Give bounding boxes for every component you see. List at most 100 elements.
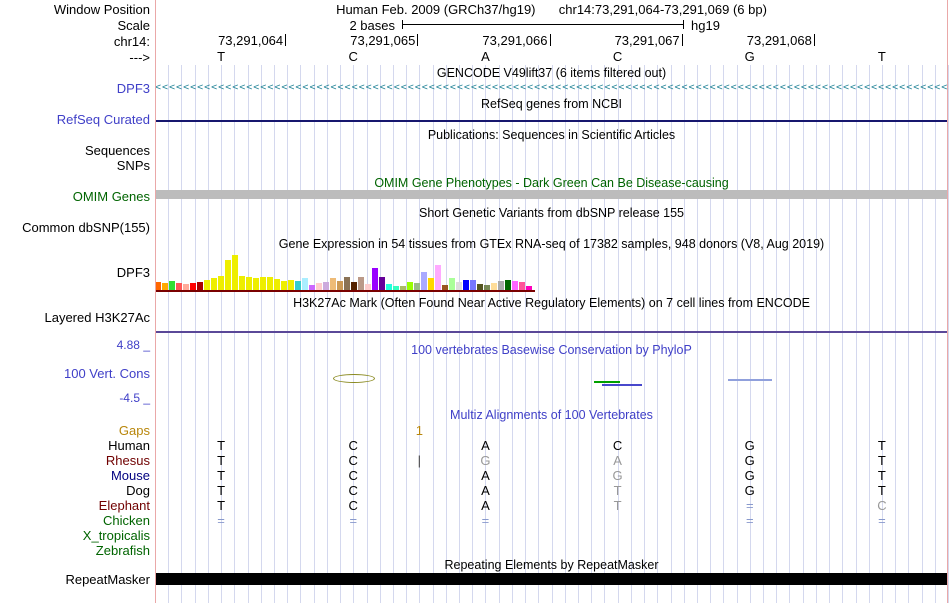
gtex-bar[interactable]: [239, 276, 245, 290]
alignment-base[interactable]: T: [155, 438, 287, 453]
gtex-bar[interactable]: [232, 255, 238, 290]
omim-gene-bar[interactable]: [155, 190, 948, 199]
gtex-bar[interactable]: [190, 283, 196, 290]
alignment-base[interactable]: =: [684, 498, 816, 513]
gtex-bar[interactable]: [316, 283, 322, 290]
gtex-bar[interactable]: [274, 279, 280, 290]
alignment-base[interactable]: C: [552, 438, 684, 453]
alignment-species-label[interactable]: Human: [0, 438, 150, 453]
gtex-bar[interactable]: [225, 260, 231, 290]
refseq-gene-line[interactable]: [155, 120, 948, 122]
gtex-bar[interactable]: [162, 283, 168, 290]
alignment-base[interactable]: C: [287, 468, 419, 483]
gtex-bar[interactable]: [519, 282, 525, 290]
gtex-bar[interactable]: [512, 281, 518, 290]
gtex-bar[interactable]: [246, 277, 252, 290]
gtex-bar[interactable]: [281, 281, 287, 290]
alignment-base[interactable]: G: [684, 468, 816, 483]
repeatmasker-element-bar[interactable]: [155, 573, 948, 585]
alignment-base[interactable]: T: [816, 438, 948, 453]
alignment-base[interactable]: A: [552, 453, 684, 468]
alignment-base[interactable]: C: [287, 453, 419, 468]
alignment-base[interactable]: C: [816, 498, 948, 513]
gtex-bar[interactable]: [407, 282, 413, 290]
phylop-signal-blue[interactable]: [602, 384, 642, 386]
alignment-base[interactable]: G: [419, 453, 551, 468]
gencode-gene-label[interactable]: DPF3: [0, 81, 150, 96]
gtex-bar[interactable]: [351, 282, 357, 290]
gtex-bar[interactable]: [428, 278, 434, 290]
refseq-track-label[interactable]: RefSeq Curated: [0, 112, 150, 127]
gtex-bar[interactable]: [337, 281, 343, 290]
gtex-bar[interactable]: [379, 277, 385, 290]
gtex-bar[interactable]: [197, 282, 203, 290]
alignment-species-label[interactable]: Dog: [0, 483, 150, 498]
h3k27ac-signal-line[interactable]: [155, 331, 948, 333]
gtex-bar[interactable]: [435, 265, 441, 290]
alignment-base[interactable]: A: [419, 438, 551, 453]
gtex-bar[interactable]: [498, 281, 504, 290]
alignment-base[interactable]: T: [816, 483, 948, 498]
alignment-base[interactable]: C: [287, 498, 419, 513]
gtex-bar[interactable]: [463, 280, 469, 290]
alignment-species-label[interactable]: Zebrafish: [0, 543, 150, 558]
gtex-bar[interactable]: [260, 277, 266, 290]
alignment-base[interactable]: A: [419, 483, 551, 498]
gencode-gene-intron-arrows[interactable]: <<<<<<<<<<<<<<<<<<<<<<<<<<<<<<<<<<<<<<<<…: [155, 81, 948, 94]
gtex-bar[interactable]: [491, 283, 497, 290]
alignment-base[interactable]: =: [155, 513, 287, 528]
gtex-bar[interactable]: [330, 278, 336, 290]
gtex-bar[interactable]: [505, 280, 511, 290]
alignment-base[interactable]: =: [684, 513, 816, 528]
phylop-track-label[interactable]: 100 Vert. Cons: [0, 366, 150, 381]
alignment-base[interactable]: G: [684, 483, 816, 498]
gtex-bar[interactable]: [176, 283, 182, 290]
gtex-bar[interactable]: [344, 277, 350, 290]
repeatmasker-track-label[interactable]: RepeatMasker: [0, 572, 150, 587]
gtex-bar[interactable]: [253, 278, 259, 290]
alignment-base[interactable]: C: [287, 483, 419, 498]
alignment-species-label[interactable]: Mouse: [0, 468, 150, 483]
alignment-base[interactable]: C: [287, 438, 419, 453]
h3k27ac-track-label[interactable]: Layered H3K27Ac: [0, 310, 150, 325]
gtex-bar[interactable]: [295, 281, 301, 290]
phylop-signal-green[interactable]: [594, 381, 620, 383]
dbsnp-track-label[interactable]: Common dbSNP(155): [0, 220, 150, 235]
gtex-bar[interactable]: [323, 282, 329, 290]
gtex-bar[interactable]: [204, 280, 210, 290]
alignment-species-label[interactable]: X_tropicalis: [0, 528, 150, 543]
snps-track-label[interactable]: SNPs: [0, 158, 150, 173]
omim-track-label[interactable]: OMIM Genes: [0, 189, 150, 204]
alignment-base[interactable]: =: [419, 513, 551, 528]
gtex-bar[interactable]: [470, 280, 476, 290]
alignment-gaps-label[interactable]: Gaps: [0, 423, 150, 438]
gtex-bar[interactable]: [414, 283, 420, 290]
alignment-base[interactable]: G: [552, 468, 684, 483]
gtex-bar[interactable]: [449, 278, 455, 290]
gtex-bar[interactable]: [456, 282, 462, 290]
alignment-base[interactable]: =: [816, 513, 948, 528]
alignment-base[interactable]: A: [419, 468, 551, 483]
phylop-signal-oval[interactable]: [333, 374, 375, 383]
gtex-bar[interactable]: [267, 277, 273, 290]
gtex-bar[interactable]: [372, 268, 378, 290]
alignment-base[interactable]: T: [552, 483, 684, 498]
gtex-bar[interactable]: [169, 281, 175, 290]
alignment-base[interactable]: T: [155, 483, 287, 498]
alignment-base[interactable]: T: [816, 453, 948, 468]
gtex-bar[interactable]: [288, 280, 294, 290]
gtex-bar[interactable]: [302, 278, 308, 290]
gtex-bar[interactable]: [218, 276, 224, 290]
alignment-base[interactable]: =: [287, 513, 419, 528]
alignment-base[interactable]: T: [155, 498, 287, 513]
gtex-gene-label[interactable]: DPF3: [0, 265, 150, 280]
alignment-species-label[interactable]: Rhesus: [0, 453, 150, 468]
alignment-base[interactable]: G: [684, 438, 816, 453]
sequences-track-label[interactable]: Sequences: [0, 143, 150, 158]
alignment-base[interactable]: T: [552, 498, 684, 513]
gtex-bar[interactable]: [421, 272, 427, 290]
alignment-base[interactable]: T: [155, 468, 287, 483]
alignment-species-label[interactable]: Elephant: [0, 498, 150, 513]
alignment-species-label[interactable]: Chicken: [0, 513, 150, 528]
alignment-base[interactable]: T: [155, 453, 287, 468]
